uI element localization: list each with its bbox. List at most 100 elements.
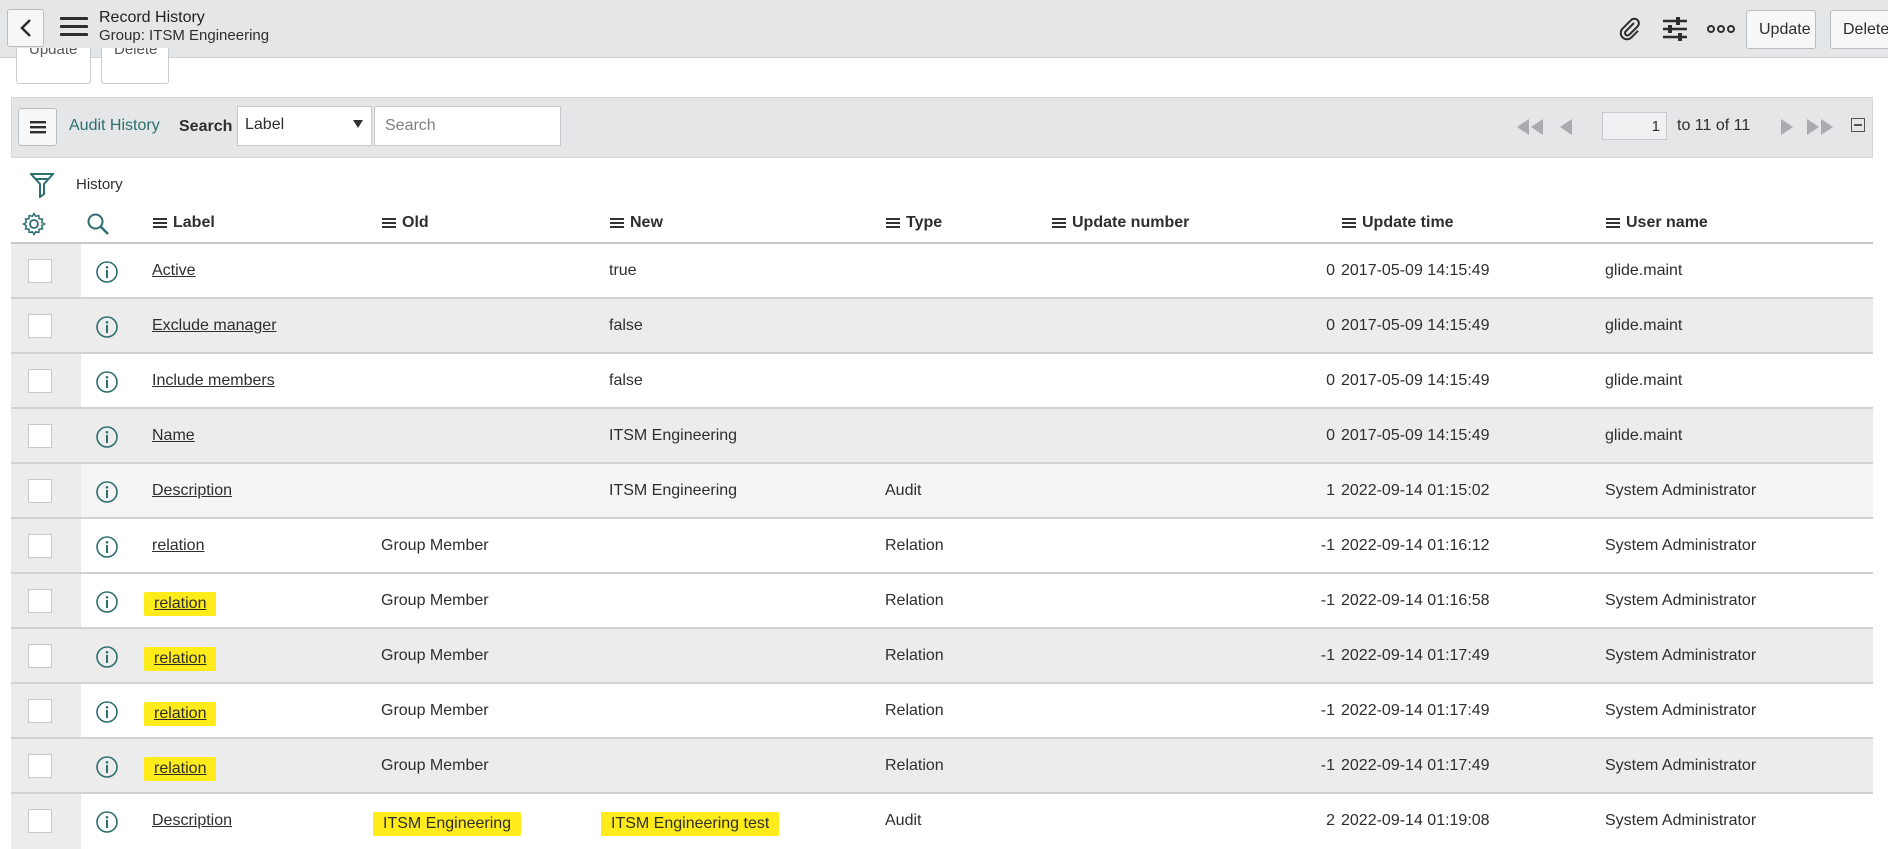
row-checkbox[interactable]	[28, 589, 52, 613]
table-row: relation Group Member Relation -1 2022-09-14…	[11, 574, 1873, 629]
cell-update-number: 0	[1326, 262, 1335, 279]
record-header: Record History Group: ITSM Engineering U…	[0, 0, 1888, 58]
next-page-button[interactable]	[1780, 117, 1794, 137]
collapse-list-button[interactable]	[1851, 118, 1865, 132]
page-number-input[interactable]	[1602, 112, 1667, 140]
column-header-update-time[interactable]: Update time	[1342, 214, 1454, 232]
cell-label[interactable]: relation	[152, 537, 204, 555]
cell-label[interactable]: Description	[152, 482, 232, 500]
cell-type: Relation	[885, 592, 944, 609]
delete-button[interactable]: Delete	[1830, 10, 1888, 49]
search-input[interactable]	[374, 106, 561, 146]
row-checkbox[interactable]	[28, 259, 52, 283]
column-header-label[interactable]: Label	[153, 214, 215, 232]
cell-update-time: 2022-09-14 01:19:08	[1341, 812, 1490, 829]
row-preview-button[interactable]	[95, 810, 119, 839]
search-field-select[interactable]: Label	[237, 106, 372, 146]
attachment-button[interactable]	[1615, 14, 1645, 44]
cell-label[interactable]: Exclude manager	[152, 317, 277, 335]
cell-type: Audit	[885, 812, 922, 829]
back-button[interactable]	[7, 9, 44, 47]
cell-new: ITSM Engineering test	[601, 812, 780, 836]
cell-update-time: 2022-09-14 01:16:12	[1341, 537, 1490, 554]
first-page-button[interactable]	[1515, 117, 1545, 137]
row-select-cell	[11, 354, 81, 407]
row-checkbox[interactable]	[28, 314, 52, 338]
row-checkbox[interactable]	[28, 534, 52, 558]
cell-user-name: System Administrator	[1605, 702, 1757, 719]
more-options-button[interactable]	[1706, 14, 1736, 44]
column-menu-icon[interactable]	[886, 216, 900, 230]
cell-label[interactable]: relation	[144, 647, 217, 671]
update-button[interactable]: Update	[1746, 10, 1816, 49]
row-checkbox[interactable]	[28, 699, 52, 723]
column-menu-icon[interactable]	[153, 216, 167, 230]
cell-type: Relation	[885, 757, 944, 774]
row-preview-button[interactable]	[95, 535, 119, 564]
column-menu-icon[interactable]	[610, 216, 624, 230]
row-checkbox[interactable]	[28, 644, 52, 668]
cell-update-number: 1	[1326, 482, 1335, 499]
cell-label[interactable]: relation	[144, 757, 217, 781]
row-select-cell	[11, 409, 81, 462]
row-select-cell	[11, 629, 81, 682]
row-select-cell	[11, 299, 81, 352]
row-preview-button[interactable]	[95, 425, 119, 454]
row-checkbox[interactable]	[28, 479, 52, 503]
column-menu-icon[interactable]	[1052, 216, 1066, 230]
row-checkbox[interactable]	[28, 809, 52, 833]
delete-button-secondary[interactable]: Delete	[101, 48, 169, 84]
filter-funnel-icon	[28, 173, 56, 199]
row-preview-button[interactable]	[95, 315, 119, 344]
cell-label[interactable]: relation	[144, 592, 217, 616]
filter-breadcrumb[interactable]: History	[76, 176, 123, 193]
info-icon	[96, 426, 118, 448]
cell-old: Group Member	[381, 537, 489, 554]
table-row: Description ITSM Engineering Audit 1 2022-09…	[11, 464, 1873, 519]
column-menu-icon[interactable]	[1342, 216, 1356, 230]
row-checkbox[interactable]	[28, 369, 52, 393]
row-preview-button[interactable]	[95, 755, 119, 784]
cell-label[interactable]: Active	[152, 262, 196, 280]
row-preview-button[interactable]	[95, 480, 119, 509]
page-range-text: to 11 of 11	[1677, 117, 1751, 134]
hamburger-menu-icon[interactable]	[60, 17, 88, 39]
row-preview-button[interactable]	[95, 370, 119, 399]
column-menu-icon[interactable]	[1606, 216, 1620, 230]
search-field-value: Label	[245, 116, 285, 133]
row-checkbox[interactable]	[28, 754, 52, 778]
filter-button[interactable]	[28, 172, 56, 202]
cell-user-name: System Administrator	[1605, 592, 1757, 609]
column-header-type[interactable]: Type	[886, 214, 942, 232]
hamburger-menu-icon	[29, 121, 46, 134]
cell-update-time: 2022-09-14 01:17:49	[1341, 647, 1490, 664]
row-preview-button[interactable]	[95, 590, 119, 619]
list-title[interactable]: Audit History	[69, 117, 160, 135]
column-header-new[interactable]: New	[610, 214, 663, 232]
cell-label[interactable]: Description	[152, 812, 232, 830]
column-header-update-number[interactable]: Update number	[1052, 214, 1189, 232]
cell-label[interactable]: Name	[152, 427, 195, 445]
last-page-button[interactable]	[1805, 117, 1835, 137]
list-context-menu-button[interactable]	[18, 108, 57, 146]
row-preview-button[interactable]	[95, 645, 119, 674]
previous-page-button[interactable]	[1559, 117, 1573, 137]
update-button-secondary[interactable]: Update	[16, 48, 91, 84]
row-select-cell	[11, 464, 81, 517]
cell-user-name: glide.maint	[1605, 317, 1683, 334]
personalize-button[interactable]	[1660, 14, 1690, 44]
row-checkbox[interactable]	[28, 424, 52, 448]
cell-update-number: 0	[1326, 427, 1335, 444]
column-header-user-name[interactable]: User name	[1606, 214, 1708, 232]
cell-label[interactable]: Include members	[152, 372, 275, 390]
cell-user-name: glide.maint	[1605, 427, 1683, 444]
row-preview-button[interactable]	[95, 700, 119, 729]
info-icon	[96, 701, 118, 723]
cell-label[interactable]: relation	[144, 702, 217, 726]
cell-update-number: -1	[1320, 702, 1335, 719]
column-menu-icon[interactable]	[382, 216, 396, 230]
row-preview-button[interactable]	[95, 260, 119, 289]
column-header-old[interactable]: Old	[382, 214, 429, 232]
cell-old: Group Member	[381, 592, 489, 609]
table-row: Name ITSM Engineering 0 2017-05-09 14:15:49…	[11, 409, 1873, 464]
